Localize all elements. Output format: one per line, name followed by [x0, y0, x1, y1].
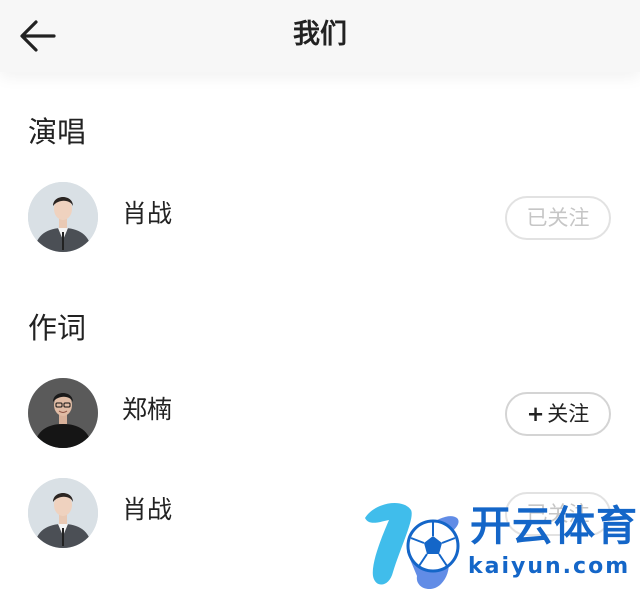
avatar[interactable]	[28, 378, 98, 448]
watermark-brand-en: kaiyun.com	[468, 554, 631, 579]
follow-button[interactable]: + 关注	[505, 392, 611, 436]
artist-name: 肖战	[122, 199, 173, 228]
follow-label: 关注	[547, 402, 590, 426]
top-bar: 我们	[0, 0, 640, 72]
page-title: 我们	[293, 19, 347, 50]
section-title-singing: 演唱	[28, 115, 87, 149]
avatar[interactable]	[28, 478, 98, 548]
section-title-lyrics: 作词	[28, 311, 87, 345]
avatar[interactable]	[28, 182, 98, 252]
plus-icon: +	[526, 402, 545, 426]
followed-button[interactable]: 已关注	[505, 196, 611, 240]
artist-name: 郑楠	[122, 395, 173, 424]
watermark-brand-cn: 开云体育	[470, 502, 638, 550]
follow-label: 已关注	[526, 206, 590, 230]
artist-name: 肖战	[122, 495, 173, 524]
list-item[interactable]: 郑楠 + 关注	[0, 372, 640, 452]
list-item[interactable]: 肖战 已关注	[0, 176, 640, 256]
